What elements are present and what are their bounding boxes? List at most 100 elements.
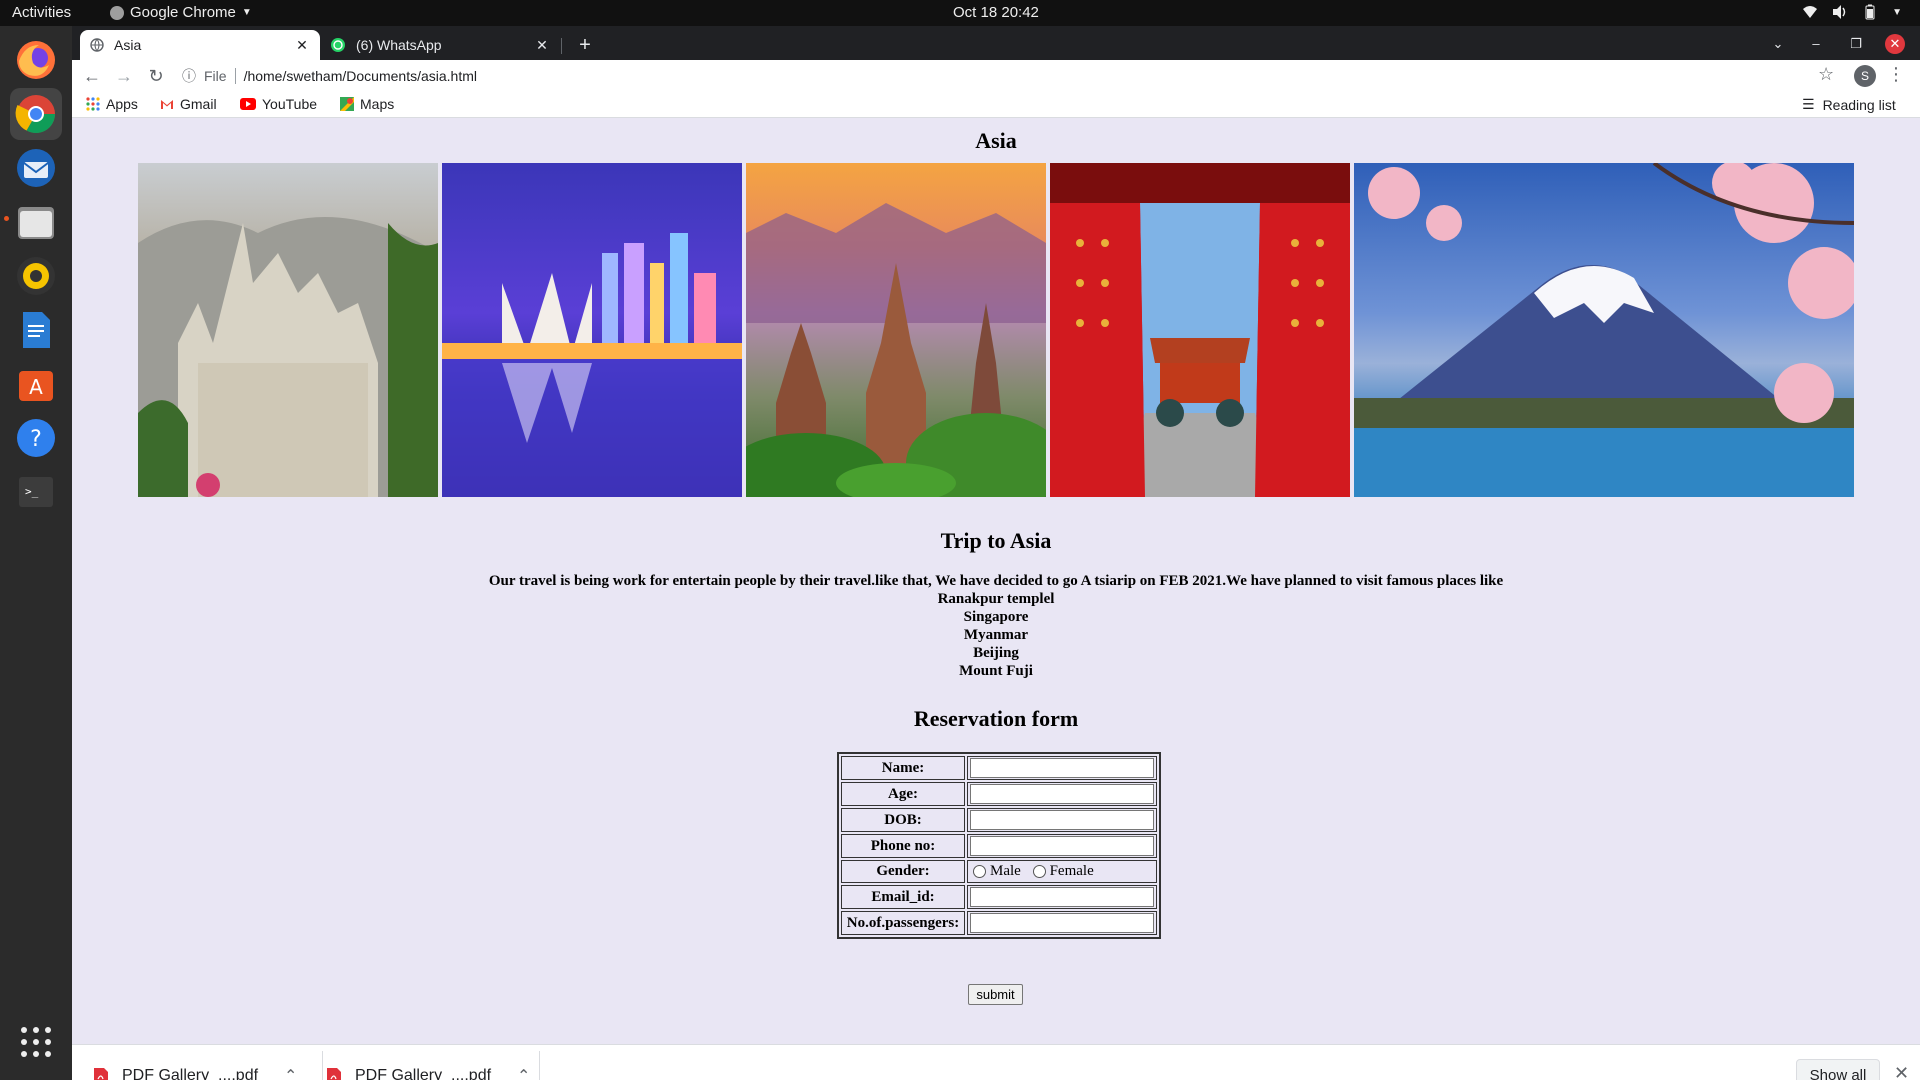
- window-close-icon[interactable]: ✕: [1885, 34, 1905, 54]
- dob-input[interactable]: [970, 810, 1154, 830]
- minimize-icon[interactable]: –: [1806, 34, 1826, 54]
- email-label: Email_id:: [841, 885, 965, 909]
- rhythmbox-icon[interactable]: [10, 250, 62, 302]
- chrome-dock-icon[interactable]: [10, 88, 62, 140]
- chevron-up-icon[interactable]: ⌃: [284, 1066, 297, 1080]
- pdf-file-icon: [94, 1068, 108, 1080]
- svg-text:>_: >_: [25, 485, 39, 498]
- place-item: Singapore: [963, 609, 1029, 625]
- pdf-file-icon: [327, 1068, 341, 1080]
- activities-button[interactable]: Activities: [12, 4, 71, 21]
- forward-icon[interactable]: →: [112, 64, 136, 88]
- form-row-dob: DOB:: [841, 808, 1157, 832]
- bookmarks-bar: Apps Gmail YouTube Maps ☰ Reading list: [72, 92, 1920, 118]
- tab-search-icon[interactable]: ⌄: [1768, 34, 1788, 54]
- system-tray[interactable]: ▼: [1802, 4, 1902, 20]
- place-item: Myanmar: [963, 627, 1029, 643]
- writer-icon[interactable]: [10, 304, 62, 356]
- chevron-up-icon[interactable]: ⌃: [517, 1066, 530, 1080]
- age-label: Age:: [841, 782, 965, 806]
- bookmark-label: Maps: [360, 96, 395, 112]
- back-icon[interactable]: ←: [80, 64, 104, 88]
- restore-icon[interactable]: ❐: [1846, 34, 1866, 54]
- close-tab-icon[interactable]: ✕: [534, 37, 550, 54]
- intro-text: Our travel is being work for entertain p…: [488, 573, 1504, 589]
- gnome-top-bar: Activities Google Chrome ▼ Oct 18 20:42 …: [0, 0, 1920, 26]
- gender-label: Gender:: [841, 860, 965, 883]
- passengers-input[interactable]: [970, 913, 1154, 933]
- chrome-window: Asia ✕ (6) WhatsApp ✕ + ⌄ – ❐ ✕ ← → ↻ ⓘ …: [72, 26, 1920, 1080]
- new-tab-button[interactable]: +: [572, 33, 598, 57]
- bookmark-maps[interactable]: Maps: [340, 96, 394, 112]
- trip-description: Our travel is being work for entertain p…: [72, 572, 1920, 680]
- form-row-gender: Gender: Male Female: [841, 860, 1157, 883]
- tab-title: (6) WhatsApp: [356, 37, 442, 53]
- photo-ranakpur: [138, 163, 438, 497]
- omnibox-divider: [234, 68, 236, 84]
- reading-list-label: Reading list: [1822, 96, 1896, 113]
- app-menu-label: Google Chrome: [130, 4, 236, 21]
- photo-myanmar: [746, 163, 1046, 497]
- gender-female-label: Female: [1049, 863, 1094, 879]
- profile-avatar[interactable]: S: [1854, 65, 1876, 87]
- whatsapp-icon: [331, 38, 345, 52]
- globe-icon: [90, 38, 104, 52]
- files-icon[interactable]: [10, 196, 62, 248]
- clock[interactable]: Oct 18 20:42: [953, 4, 1039, 21]
- download-separator: [322, 1051, 323, 1080]
- form-row-email: Email_id:: [841, 885, 1157, 909]
- ubuntu-software-icon[interactable]: A: [10, 358, 62, 410]
- info-icon[interactable]: ⓘ: [182, 66, 196, 86]
- chrome-small-icon: [110, 5, 124, 20]
- url-text: /home/swetham/Documents/asia.html: [243, 68, 477, 84]
- help-icon[interactable]: ?: [10, 412, 62, 464]
- svg-text:A: A: [29, 375, 43, 399]
- maps-icon: [340, 97, 354, 111]
- apps-grid-icon: [86, 97, 100, 111]
- menu-kebab-icon[interactable]: ⋮: [1887, 64, 1905, 85]
- bookmark-star-icon[interactable]: ☆: [1818, 64, 1834, 85]
- form-heading: Reservation form: [913, 706, 1079, 731]
- bookmark-youtube[interactable]: YouTube: [240, 96, 317, 112]
- bookmark-label: Apps: [106, 96, 138, 112]
- name-label: Name:: [841, 756, 965, 780]
- running-indicator: [4, 216, 9, 221]
- passengers-label: No.of.passengers:: [841, 911, 965, 935]
- age-input[interactable]: [970, 784, 1154, 804]
- thunderbird-icon[interactable]: [10, 142, 62, 194]
- phone-input[interactable]: [970, 836, 1154, 856]
- terminal-icon[interactable]: >_: [10, 466, 62, 518]
- download-filename: PDF Gallery_....pdf: [355, 1067, 492, 1080]
- browser-toolbar: ← → ↻ ⓘ File /home/swetham/Documents/asi…: [72, 60, 1920, 92]
- reading-list-button[interactable]: ☰ Reading list: [1802, 96, 1896, 113]
- bookmark-gmail[interactable]: Gmail: [160, 96, 217, 112]
- power-menu-icon: ▼: [1892, 6, 1902, 18]
- tab-whatsapp[interactable]: (6) WhatsApp ✕: [320, 30, 560, 60]
- app-menu[interactable]: Google Chrome ▼: [110, 4, 252, 21]
- close-shelf-icon[interactable]: ✕: [1894, 1063, 1909, 1080]
- photo-singapore: [442, 163, 742, 497]
- reload-icon[interactable]: ↻: [144, 64, 168, 88]
- svg-text:?: ?: [30, 427, 42, 452]
- address-bar[interactable]: ⓘ File /home/swetham/Documents/asia.html: [182, 63, 1822, 89]
- scheme-label: File: [204, 68, 227, 84]
- email-input[interactable]: [970, 887, 1154, 907]
- photo-mount-fuji: [1354, 163, 1854, 497]
- download-filename: PDF Gallery_....pdf: [122, 1067, 259, 1080]
- bookmark-label: YouTube: [262, 96, 318, 112]
- gender-female-radio[interactable]: [1032, 865, 1046, 879]
- download-item[interactable]: PDF Gallery_....pdf ⌃: [94, 1045, 297, 1080]
- bookmark-apps[interactable]: Apps: [86, 96, 138, 112]
- close-tab-icon[interactable]: ✕: [294, 37, 310, 54]
- firefox-icon[interactable]: [10, 34, 62, 86]
- show-applications-icon[interactable]: [10, 1016, 62, 1068]
- submit-button[interactable]: submit: [968, 984, 1023, 1005]
- gender-male-label: Male: [990, 863, 1021, 879]
- name-input[interactable]: [970, 758, 1154, 778]
- show-all-button[interactable]: Show all: [1796, 1059, 1880, 1080]
- tab-asia[interactable]: Asia ✕: [80, 30, 320, 60]
- download-item[interactable]: PDF Gallery_....pdf ⌃: [327, 1045, 530, 1080]
- download-separator: [539, 1051, 540, 1080]
- place-item: Mount Fuji: [959, 663, 1033, 679]
- gender-male-radio[interactable]: [973, 865, 986, 879]
